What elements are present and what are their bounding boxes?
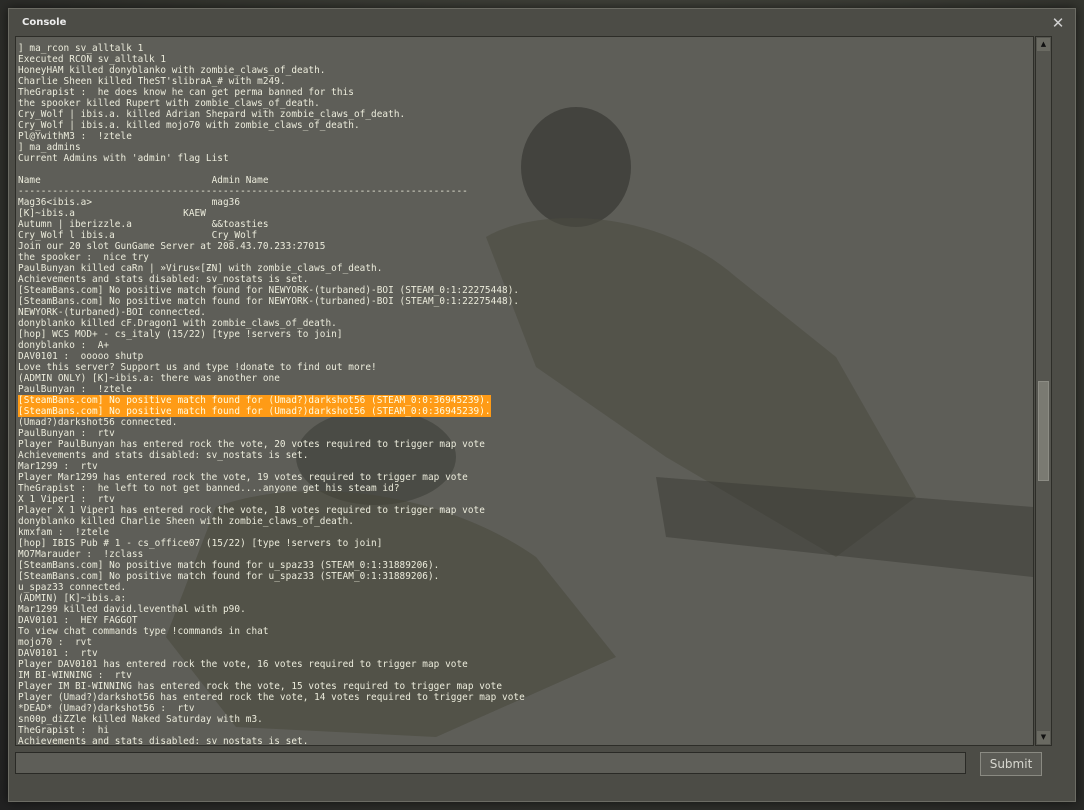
- console-line: (ADMIN ONLY) [K]~ibis.a: there was anoth…: [18, 373, 280, 384]
- console-line: Cry_Wolf l ibis.a Cry_Wolf: [18, 230, 258, 241]
- console-line: Charlie Sheen killed TheST'slibraA_# wit…: [18, 76, 286, 87]
- console-line: TheGrapist : he left to not get banned..…: [18, 483, 400, 494]
- console-line: Player Mar1299 has entered rock the vote…: [18, 472, 468, 483]
- console-line: DAV0101 : rtv: [18, 648, 98, 659]
- command-input[interactable]: [15, 752, 966, 774]
- vertical-scrollbar[interactable]: ▲ ▼: [1035, 36, 1052, 746]
- console-line: To view chat commands type !commands in …: [18, 626, 269, 637]
- console-line: (Umad?)darkshot56 connected.: [18, 417, 178, 428]
- scrollbar-thumb[interactable]: [1038, 381, 1049, 481]
- console-line: kmxfam : !ztele: [18, 527, 110, 538]
- console-line: Player PaulBunyan has entered rock the v…: [18, 439, 485, 450]
- console-line: TheGrapist : he does know he can get per…: [18, 87, 354, 98]
- console-line: Love this server? Support us and type !d…: [18, 362, 377, 373]
- console-output[interactable]: ] ma_rcon sv_alltalk 1 Executed RCON sv_a…: [15, 36, 1034, 746]
- console-line: Achievements and stats disabled: sv_nost…: [18, 274, 309, 285]
- console-line: Player X 1 Viper1 has entered rock the v…: [18, 505, 485, 516]
- title-bar[interactable]: Console ✕: [9, 9, 1075, 37]
- console-line: NEWYORK-(turbaned)-BOI connected.: [18, 307, 206, 318]
- console-line: [hop] IBIS Pub # 1 - cs_office07 (15/22)…: [18, 538, 383, 549]
- console-line: [K]~ibis.a KAEW: [18, 208, 206, 219]
- console-log: ] ma_rcon sv_alltalk 1 Executed RCON sv_a…: [18, 43, 1033, 746]
- console-line: [SteamBans.com] No positive match found …: [18, 560, 440, 571]
- console-line: Current Admins with 'admin' flag List: [18, 153, 229, 164]
- console-line: Achievements and stats disabled: sv_nost…: [18, 736, 309, 746]
- console-line: MO7Marauder : !zclass: [18, 549, 144, 560]
- console-line: ] ma_admins: [18, 142, 81, 153]
- console-line: [SteamBans.com] No positive match found …: [18, 285, 520, 296]
- console-line: Pl@YwithM3 : !ztele: [18, 131, 132, 142]
- console-line: the spooker : nice try: [18, 252, 149, 263]
- console-line: X 1 Viper1 : rtv: [18, 494, 115, 505]
- console-line: ----------------------------------------…: [18, 186, 468, 197]
- console-line: the spooker killed Rupert with zombie_cl…: [18, 98, 320, 109]
- console-line: mojo70 : rvt: [18, 637, 93, 648]
- console-line: [hop] WCS MOD+ - cs_italy (15/22) [type …: [18, 329, 343, 340]
- console-line: Mag36<ibis.a> mag36: [18, 197, 241, 208]
- console-line: Player (Umad?)darkshot56 has entered roc…: [18, 692, 525, 703]
- console-line: DAV0101 : HEY FAGGOT: [18, 615, 138, 626]
- console-line: [SteamBans.com] No positive match found …: [18, 296, 520, 307]
- console-line: Executed RCON sv_alltalk 1: [18, 54, 167, 65]
- console-line: PaulBunyan : rtv: [18, 428, 115, 439]
- console-line: [SteamBans.com] No positive match found …: [18, 571, 440, 582]
- console-line: Cry_Wolf | ibis.a. killed mojo70 with zo…: [18, 120, 360, 131]
- console-line: Player DAV0101 has entered rock the vote…: [18, 659, 468, 670]
- console-line: ] ma_rcon sv_alltalk 1: [18, 43, 144, 54]
- window-title: Console: [22, 17, 67, 28]
- scroll-down-icon[interactable]: ▼: [1037, 731, 1050, 744]
- console-line: *DEAD* (Umad?)darkshot56 : rtv: [18, 703, 195, 714]
- console-line: Mar1299 killed david.leventhal with p90.: [18, 604, 246, 615]
- console-line: TheGrapist : hi: [18, 725, 110, 736]
- console-line: Name Admin Name: [18, 175, 269, 186]
- console-line: Player IM BI-WINNING has entered rock th…: [18, 681, 503, 692]
- console-line: PaulBunyan killed caRn | »Virus«[ƵN] wit…: [18, 263, 383, 274]
- scroll-up-icon[interactable]: ▲: [1037, 38, 1050, 51]
- console-line: Cry_Wolf | ibis.a. killed Adrian Shepard…: [18, 109, 406, 120]
- console-line: Achievements and stats disabled: sv_nost…: [18, 450, 309, 461]
- console-line: sn00p_diZZle killed Naked Saturday with …: [18, 714, 263, 725]
- console-line-highlighted: [SteamBans.com] No positive match found …: [18, 395, 491, 406]
- console-line: IM BI-WINNING : rtv: [18, 670, 132, 681]
- submit-button[interactable]: Submit: [980, 752, 1042, 776]
- console-line: HoneyHAM killed donyblanko with zombie_c…: [18, 65, 326, 76]
- console-line: u_spaz33 connected.: [18, 582, 127, 593]
- console-line: Join our 20 slot GunGame Server at 208.4…: [18, 241, 326, 252]
- console-line-highlighted: [SteamBans.com] No positive match found …: [18, 406, 491, 417]
- console-line: DAV0101 : ooooo shutp: [18, 351, 144, 362]
- console-line: donyblanko killed cF.Dragon1 with zombie…: [18, 318, 337, 329]
- console-line: donyblanko : A+: [18, 340, 110, 351]
- console-line: (ADMIN) [K]~ibis.a:: [18, 593, 127, 604]
- console-line: Autumn | iberizzle.a &&toasties: [18, 219, 269, 230]
- console-line: Mar1299 : rtv: [18, 461, 98, 472]
- close-icon[interactable]: ✕: [1049, 14, 1067, 32]
- console-line: donyblanko killed Charlie Sheen with zom…: [18, 516, 354, 527]
- console-line: PaulBunyan : !ztele: [18, 384, 132, 395]
